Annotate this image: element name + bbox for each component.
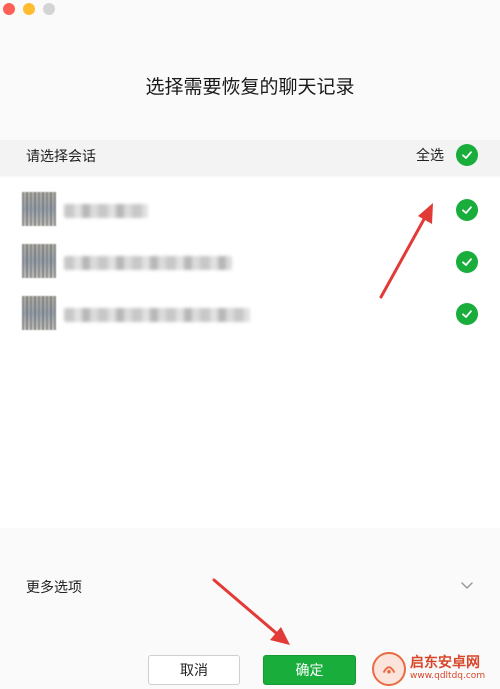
- selected-check-icon[interactable]: [456, 303, 478, 325]
- minimize-window-button[interactable]: [23, 3, 35, 15]
- avatar: [22, 192, 56, 226]
- avatar: [22, 296, 56, 330]
- watermark-title: 启东安卓网: [410, 655, 480, 671]
- select-conversation-label: 请选择会话: [26, 149, 96, 165]
- select-all-check-icon[interactable]: [456, 144, 478, 166]
- restore-chat-dialog: 选择需要恢复的聊天记录 请选择会话 全选 ●●●●●● ●●●●●●●●●●●●…: [0, 0, 500, 689]
- list-item[interactable]: ●●●●●●●●●●●●●●●: [0, 234, 500, 286]
- avatar: [22, 244, 56, 278]
- conversation-list: ●●●●●● ●●●●●●●●●●●●●●● ●●●●●●●●●●●●●●●: [0, 178, 500, 528]
- watermark-url: www.qdltdq.com: [410, 671, 486, 681]
- window-controls: [3, 3, 55, 15]
- dialog-title: 选择需要恢复的聊天记录: [145, 76, 355, 98]
- watermark-logo-icon: [372, 651, 406, 686]
- conversation-section-header: 请选择会话 全选: [0, 140, 500, 176]
- chevron-down-icon[interactable]: [460, 578, 474, 592]
- more-options-row[interactable]: 更多选项: [0, 560, 500, 614]
- selected-check-icon[interactable]: [456, 199, 478, 221]
- list-item[interactable]: ●●●●●●: [0, 182, 500, 234]
- select-all-toggle[interactable]: 全选: [416, 144, 478, 166]
- more-options-label: 更多选项: [26, 580, 82, 596]
- selected-check-icon[interactable]: [456, 251, 478, 273]
- list-item[interactable]: ●●●●●●●●●●●●●●●: [0, 286, 500, 338]
- conversation-name: ●●●●●●●●●●●●●●●: [64, 256, 232, 270]
- conversation-name: ●●●●●●●●●●●●●●●: [64, 308, 250, 322]
- select-all-label: 全选: [416, 148, 444, 164]
- confirm-button[interactable]: 确定: [263, 655, 356, 685]
- site-watermark: 启东安卓网 www.qdltdq.com: [368, 648, 500, 689]
- close-window-button[interactable]: [3, 3, 15, 15]
- watermark-text: 启东安卓网 www.qdltdq.com: [410, 655, 485, 682]
- conversation-name: ●●●●●●: [64, 204, 148, 218]
- cancel-button[interactable]: 取消: [148, 655, 240, 685]
- zoom-window-button[interactable]: [43, 3, 55, 15]
